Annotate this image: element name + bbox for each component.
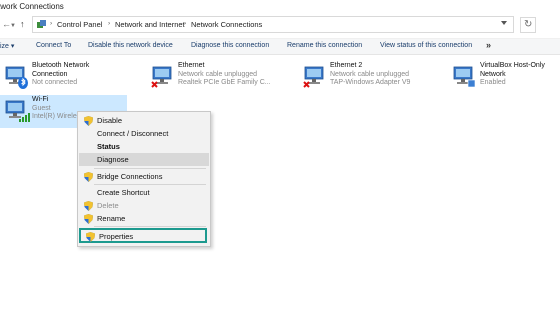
recent-dropdown-icon[interactable]: ▼ bbox=[10, 21, 16, 31]
menu-item-connect-disconnect[interactable]: Connect / Disconnect bbox=[79, 127, 209, 140]
menu-separator bbox=[94, 168, 206, 169]
menu-item-diagnose[interactable]: Diagnose bbox=[79, 153, 209, 166]
adapter-device: TAP-Windows Adapter V9 bbox=[330, 79, 411, 86]
uac-shield-icon bbox=[84, 116, 93, 126]
menu-item-label: Rename bbox=[97, 214, 126, 223]
adapter-ethernet-2[interactable]: Ethernet 2 Network cable unplugged TAP-W… bbox=[302, 62, 437, 96]
adapter-text: Bluetooth Network Connection Not connect… bbox=[32, 62, 89, 88]
adapter-bluetooth[interactable]: Bluetooth Network Connection Not connect… bbox=[4, 62, 134, 96]
command-toolbar: ize ▾ Connect To Disable this network de… bbox=[0, 38, 560, 55]
adapter-text: Ethernet 2 Network cable unplugged TAP-W… bbox=[330, 62, 410, 88]
breadcrumb-control-panel[interactable]: Control Panel bbox=[57, 20, 102, 29]
adapter-name: Ethernet bbox=[178, 62, 205, 69]
menu-item-properties[interactable]: Properties bbox=[79, 228, 207, 243]
adapter-status: Not connected bbox=[32, 79, 78, 86]
adapter-ethernet[interactable]: Ethernet Network cable unplugged Realtek… bbox=[150, 62, 275, 96]
view-status-button[interactable]: View status of this connection bbox=[380, 42, 472, 49]
adapter-text: Ethernet Network cable unplugged Realtek… bbox=[178, 62, 271, 88]
menu-item-disable[interactable]: Disable bbox=[79, 114, 209, 127]
uac-shield-icon bbox=[84, 172, 93, 182]
menu-item-create-shortcut[interactable]: Create Shortcut bbox=[79, 186, 209, 199]
menu-item-delete[interactable]: Delete bbox=[79, 199, 209, 212]
menu-item-label: Diagnose bbox=[97, 155, 129, 164]
adapter-name: Bluetooth Network bbox=[32, 62, 90, 69]
uac-shield-icon bbox=[86, 232, 95, 242]
title-bar: twork Connections bbox=[0, 0, 560, 15]
uac-shield-icon bbox=[84, 214, 93, 224]
menu-item-bridge-connections[interactable]: Bridge Connections bbox=[79, 170, 209, 183]
menu-item-rename[interactable]: Rename bbox=[79, 212, 209, 225]
menu-item-label: Status bbox=[97, 142, 120, 151]
address-dropdown-icon[interactable] bbox=[501, 21, 507, 25]
connect-to-button[interactable]: Connect To bbox=[36, 42, 71, 49]
uac-shield-icon bbox=[84, 201, 93, 211]
menu-item-label: Bridge Connections bbox=[97, 172, 163, 181]
adapter-name: Wi-Fi bbox=[32, 96, 49, 103]
ethernet-adapter-icon bbox=[303, 66, 324, 88]
menu-separator bbox=[94, 184, 206, 185]
menu-item-label: Connect / Disconnect bbox=[97, 129, 169, 138]
adapter-text: VirtualBox Host-Only Network Enabled bbox=[480, 62, 545, 88]
adapter-device: Realtek PCIe GbE Family C... bbox=[178, 79, 271, 86]
adapter-name-continued: Connection bbox=[32, 70, 68, 78]
wifi-adapter-icon bbox=[5, 100, 30, 122]
up-arrow-icon[interactable]: ↑ bbox=[20, 19, 25, 29]
refresh-icon: ↻ bbox=[524, 19, 533, 30]
diagnose-connection-button[interactable]: Diagnose this connection bbox=[191, 42, 269, 49]
breadcrumb-network-connections[interactable]: Network Connections bbox=[191, 20, 262, 29]
window-title: twork Connections bbox=[0, 2, 64, 11]
adapter-status: Enabled bbox=[480, 79, 506, 86]
adapter-status: Guest bbox=[32, 104, 51, 112]
adapter-name: VirtualBox Host-Only bbox=[480, 62, 545, 69]
ethernet-adapter-icon bbox=[151, 66, 172, 88]
control-panel-icon bbox=[37, 20, 46, 28]
adapter-status: Network cable unplugged bbox=[330, 70, 409, 78]
adapter-virtualbox[interactable]: VirtualBox Host-Only Network Enabled bbox=[452, 62, 557, 96]
adapter-name: Ethernet 2 bbox=[330, 62, 363, 69]
organize-menu[interactable]: ize ▾ bbox=[0, 42, 14, 50]
network-connections-window: twork Connections ← ▼ ↑ › Control Panel … bbox=[0, 0, 560, 336]
adapter-text: Wi-Fi Guest Intel(R) Wirele bbox=[32, 96, 77, 122]
rename-connection-button[interactable]: Rename this connection bbox=[287, 42, 362, 49]
disable-device-button[interactable]: Disable this network device bbox=[88, 42, 173, 49]
address-row: ← ▼ ↑ › Control Panel › Network and Inte… bbox=[0, 15, 560, 35]
menu-separator bbox=[94, 226, 206, 227]
menu-item-label: Properties bbox=[99, 232, 134, 241]
bluetooth-adapter-icon bbox=[5, 66, 28, 89]
adapter-device: Intel(R) Wirele bbox=[32, 113, 77, 120]
address-bar[interactable]: › Control Panel › Network and Internet ›… bbox=[32, 16, 514, 33]
context-menu: Disable Connect / Disconnect Status Diag… bbox=[77, 111, 211, 247]
breadcrumb-separator-icon: › bbox=[50, 20, 53, 27]
menu-item-label: Create Shortcut bbox=[97, 188, 150, 197]
breadcrumb-separator-icon: › bbox=[184, 20, 187, 27]
menu-item-status[interactable]: Status bbox=[79, 140, 209, 153]
more-commands-icon[interactable]: » bbox=[486, 40, 491, 50]
organize-label: ize bbox=[0, 43, 9, 50]
refresh-button[interactable]: ↻ bbox=[520, 17, 536, 33]
virtualbox-adapter-icon bbox=[453, 66, 476, 88]
adapter-status: Network cable unplugged bbox=[178, 70, 257, 78]
menu-item-label: Delete bbox=[97, 201, 119, 210]
breadcrumb-network-and-internet[interactable]: Network and Internet bbox=[115, 20, 185, 29]
adapter-name-continued: Network bbox=[480, 70, 506, 78]
menu-item-label: Disable bbox=[97, 116, 123, 125]
breadcrumb-separator-icon: › bbox=[108, 20, 111, 27]
